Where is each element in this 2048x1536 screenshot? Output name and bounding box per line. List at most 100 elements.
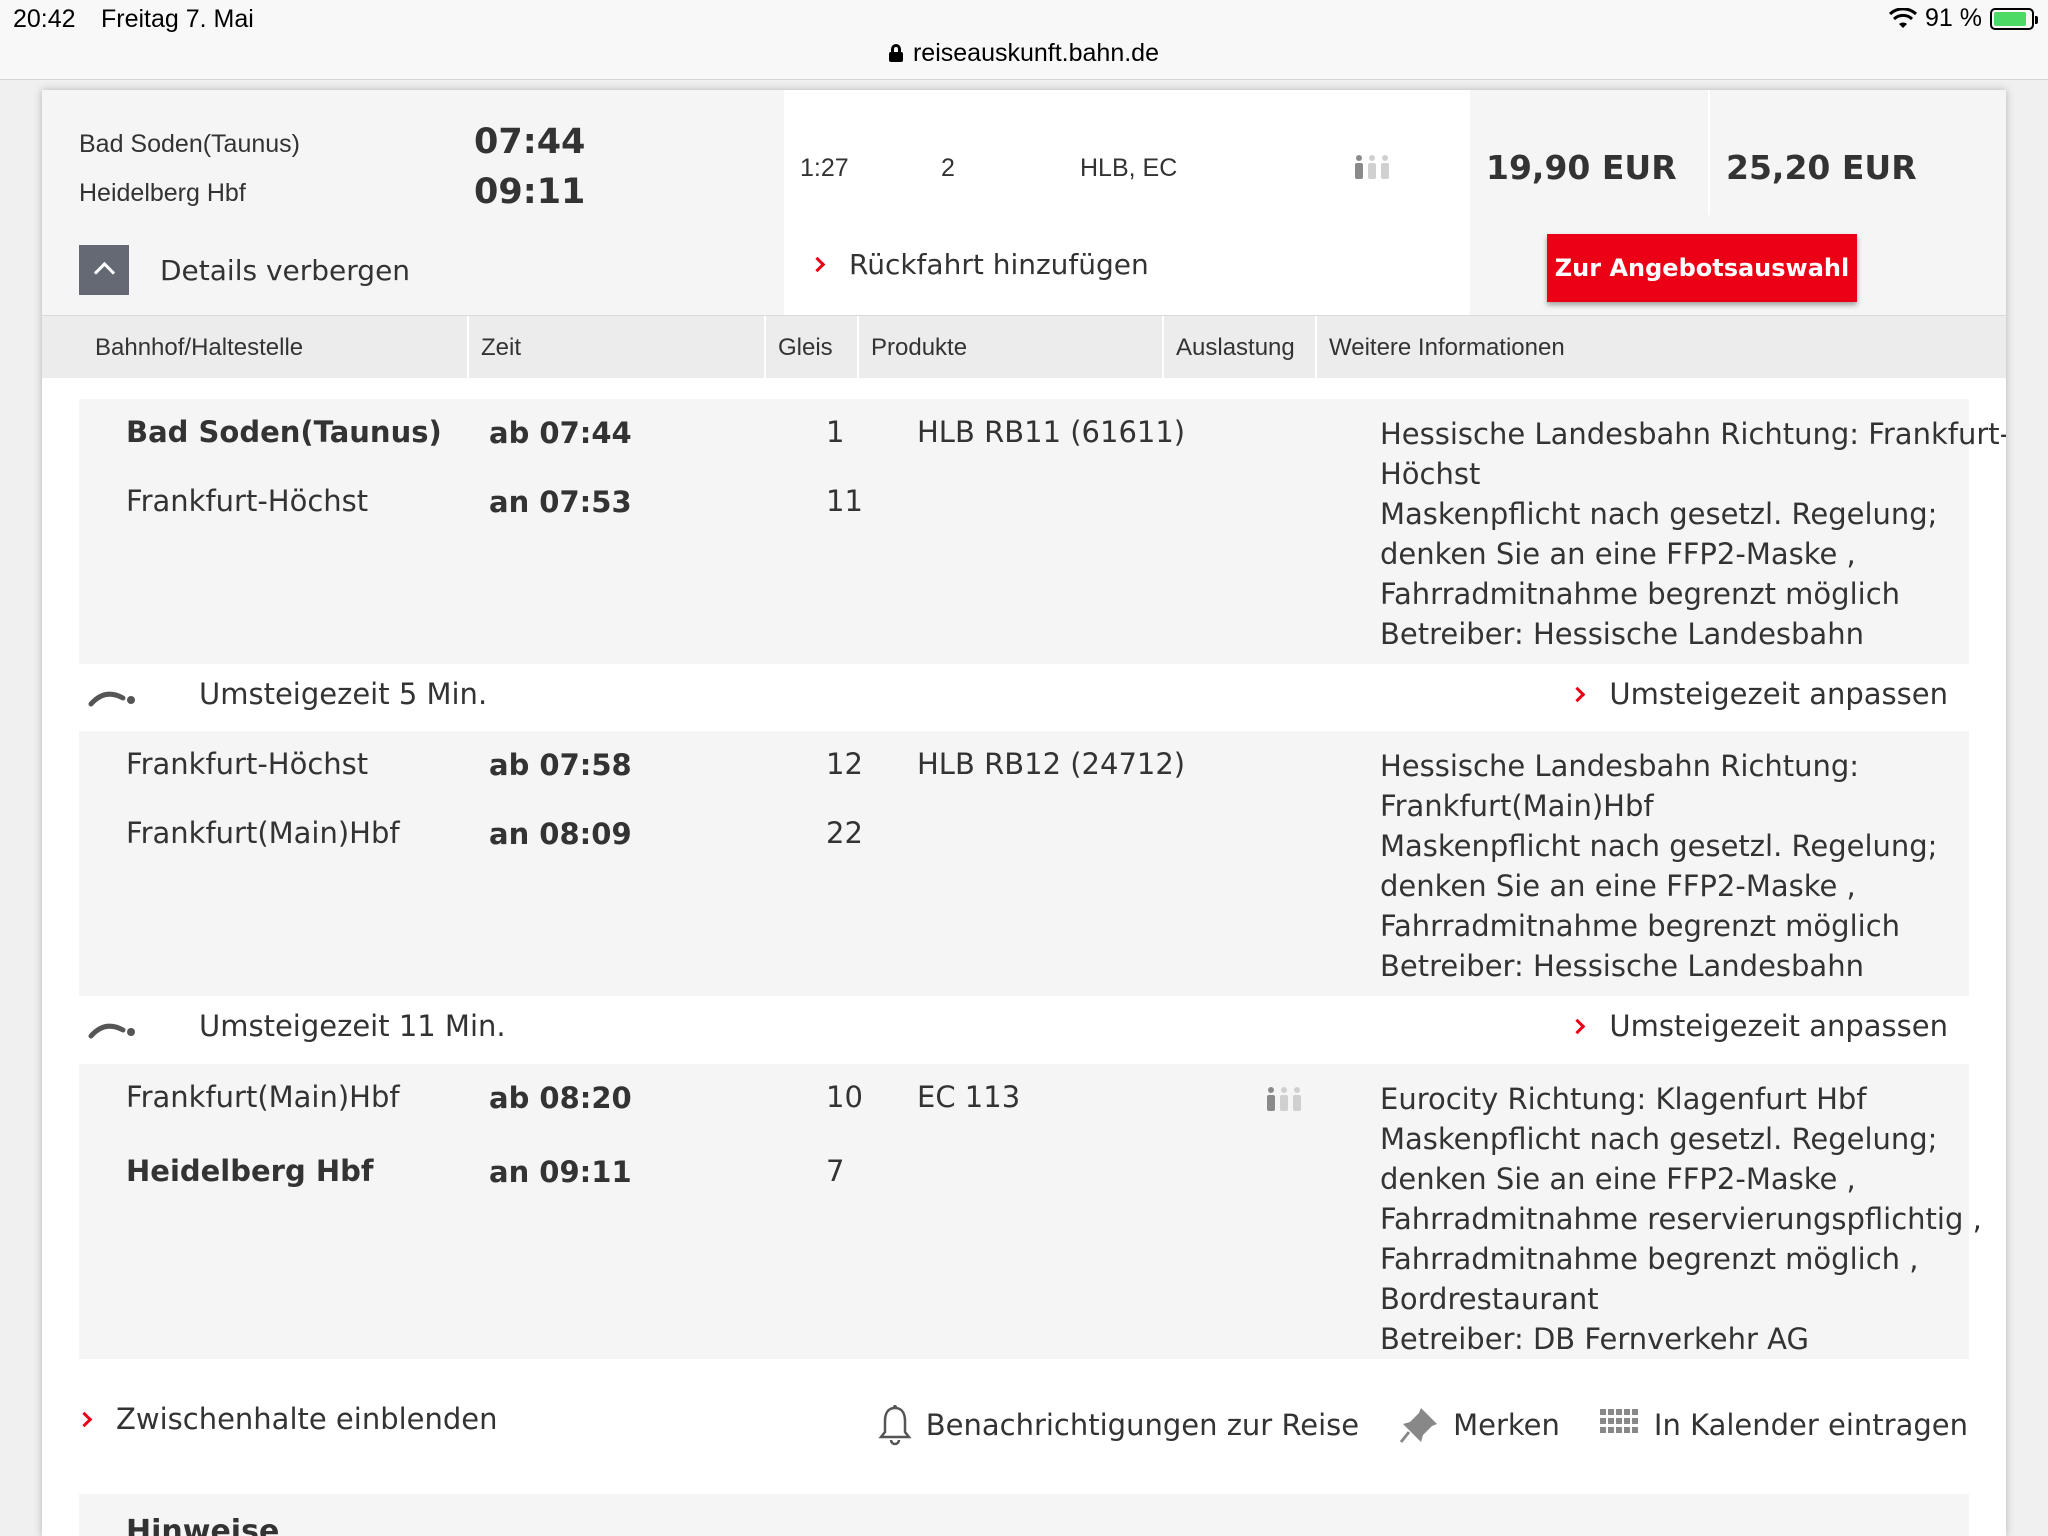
status-date: Freitag 7. Mai — [101, 5, 254, 33]
occupancy-icon — [1267, 1087, 1301, 1111]
add-to-calendar-button[interactable]: In Kalender eintragen — [1599, 1408, 1968, 1442]
info-line: denken Sie an eine FFP2-Maske , — [1380, 1162, 1856, 1196]
show-stops-link[interactable]: Zwischenhalte einblenden — [76, 1402, 498, 1436]
leg-arr-platform: 11 — [826, 484, 863, 518]
leg-product[interactable]: EC 113 — [917, 1080, 1020, 1114]
status-right: 91 % — [1889, 4, 2038, 33]
url-text: reiseauskunft.bahn.de — [912, 38, 1159, 67]
save-button[interactable]: Merken — [1399, 1406, 1560, 1444]
leg-section: Frankfurt(Main)Hbf ab 08:20 10 EC 113 He… — [79, 1064, 1982, 1359]
connection-card: Bad Soden(Taunus) Heidelberg Hbf Details… — [42, 90, 2006, 1536]
chevron-right-icon — [1570, 1018, 1586, 1034]
transfer-walk-icon — [88, 1023, 135, 1039]
summary-changes: 2 — [941, 154, 955, 182]
transfer-row: Umsteigezeit 5 Min. Umsteigezeit anpasse… — [79, 664, 1969, 728]
summary-to: Heidelberg Hbf — [79, 179, 246, 207]
info-line: Fahrradmitnahme begrenzt möglich — [1380, 909, 1901, 943]
summary-from: Bad Soden(Taunus) — [79, 130, 300, 158]
leg-to-station[interactable]: Frankfurt(Main)Hbf — [126, 816, 400, 850]
leg-to-station[interactable]: Heidelberg Hbf — [126, 1154, 373, 1188]
status-time: 20:42 — [13, 5, 76, 33]
leg-section: Bad Soden(Taunus) ab 07:44 1 HLB RB11 (6… — [79, 399, 2006, 664]
notifications-label: Benachrichtigungen zur Reise — [925, 1408, 1360, 1442]
price-flex[interactable]: 19,90 EUR — [1486, 148, 1677, 187]
detail-table-header: Bahnhof/Haltestelle Zeit Gleis Produkte … — [42, 315, 2006, 379]
chevron-right-icon — [76, 1411, 93, 1427]
leg-from-station[interactable]: Frankfurt(Main)Hbf — [126, 1080, 400, 1114]
wifi-icon — [1889, 7, 1918, 28]
add-to-calendar-label: In Kalender eintragen — [1653, 1408, 1968, 1442]
info-line: denken Sie an eine FFP2-Maske , — [1380, 869, 1856, 903]
hints-title: Hinweise — [126, 1514, 280, 1536]
info-line: Maskenpflicht nach gesetzl. Regelung; — [1380, 497, 1938, 531]
summary-duration: 1:27 — [800, 154, 849, 182]
status-bar: 20:42 Freitag 7. Mai 91 % reiseauskunft.… — [0, 0, 2048, 80]
leg-product[interactable]: HLB RB12 (24712) — [917, 747, 1185, 781]
pin-icon — [1399, 1408, 1438, 1443]
transfer-row: Umsteigezeit 11 Min. Umsteigezeit anpass… — [79, 996, 1969, 1060]
leg-product[interactable]: HLB RB11 (61611) — [917, 415, 1185, 449]
info-line: Hessische Landesbahn Richtung: — [1380, 749, 1860, 783]
price-second[interactable]: 25,20 EUR — [1726, 148, 1917, 187]
transfer-walk-icon — [88, 691, 135, 707]
address-bar[interactable]: reiseauskunft.bahn.de — [0, 38, 2048, 68]
info-line: Betreiber: DB Fernverkehr AG — [1380, 1322, 1809, 1356]
action-bar: Zwischenhalte einblenden Benachrichtigun… — [42, 1390, 2006, 1460]
details-toggle-button[interactable]: Details verbergen — [79, 245, 410, 295]
trip-actions: Benachrichtigungen zur Reise Merken In K… — [838, 1404, 1968, 1446]
col-time: Zeit — [469, 316, 766, 379]
info-line: Eurocity Richtung: Klagenfurt Hbf — [1380, 1082, 1867, 1116]
col-products: Produkte — [859, 316, 1164, 379]
info-line: Frankfurt(Main)Hbf — [1380, 789, 1654, 823]
save-label: Merken — [1453, 1408, 1560, 1442]
adjust-transfer-label: Umsteigezeit anpassen — [1609, 677, 1948, 711]
info-line: Maskenpflicht nach gesetzl. Regelung; — [1380, 1122, 1938, 1156]
adjust-transfer-label: Umsteigezeit anpassen — [1609, 1009, 1948, 1043]
battery-percent: 91 % — [1925, 4, 1982, 32]
chevron-right-icon — [809, 256, 826, 273]
col-occupancy: Auslastung — [1164, 316, 1317, 379]
leg-info: Eurocity Richtung: Klagenfurt Hbf Masken… — [1380, 1079, 1982, 1359]
summary-middle-cell — [784, 90, 1470, 315]
calendar-icon — [1599, 1409, 1638, 1433]
info-line: Betreiber: Hessische Landesbahn — [1380, 617, 1864, 651]
chevron-up-icon — [79, 245, 129, 295]
hints-section: Hinweise — [79, 1494, 1969, 1536]
leg-dep-time: ab 07:44 — [489, 416, 632, 450]
leg-arr-time: an 07:53 — [489, 485, 632, 519]
col-info: Weitere Informationen — [1329, 334, 1565, 361]
summary-dep-time: 07:44 — [474, 122, 586, 162]
transfer-time: Umsteigezeit 5 Min. — [199, 677, 488, 711]
info-line: Betreiber: Hessische Landesbahn — [1380, 949, 1864, 983]
leg-arr-platform: 22 — [826, 816, 863, 850]
occupancy-icon — [1355, 155, 1389, 179]
leg-dep-time: ab 07:58 — [489, 748, 632, 782]
leg-from-station[interactable]: Frankfurt-Höchst — [126, 747, 368, 781]
leg-section: Frankfurt-Höchst ab 07:58 12 HLB RB12 (2… — [79, 731, 1969, 996]
leg-info: Hessische Landesbahn Richtung: Frankfurt… — [1380, 746, 1960, 986]
connection-summary: Bad Soden(Taunus) Heidelberg Hbf Details… — [42, 90, 2006, 315]
leg-from-station[interactable]: Bad Soden(Taunus) — [126, 415, 442, 449]
summary-stations-cell: Bad Soden(Taunus) Heidelberg Hbf Details… — [42, 90, 458, 315]
info-line: Höchst — [1380, 457, 1481, 491]
details-toggle-label: Details verbergen — [160, 253, 411, 287]
offer-selection-button[interactable]: Zur Angebotsauswahl — [1547, 234, 1857, 302]
leg-arr-time: an 08:09 — [489, 817, 632, 851]
notifications-button[interactable]: Benachrichtigungen zur Reise — [878, 1404, 1359, 1446]
info-line: Fahrradmitnahme reservierungspflichtig , — [1380, 1202, 1982, 1236]
add-return-label: Rückfahrt hinzufügen — [849, 248, 1149, 281]
info-line: denken Sie an eine FFP2-Maske , — [1380, 537, 1856, 571]
bell-icon — [878, 1405, 912, 1446]
leg-arr-time: an 09:11 — [489, 1155, 632, 1189]
summary-arr-time: 09:11 — [474, 172, 586, 212]
add-return-link[interactable]: Rückfahrt hinzufügen — [809, 248, 1149, 281]
info-line: Hessische Landesbahn Richtung: Frankfurt… — [1380, 417, 2006, 451]
transfer-time: Umsteigezeit 11 Min. — [199, 1009, 506, 1043]
adjust-transfer-link[interactable]: Umsteigezeit anpassen — [1570, 677, 1948, 711]
leg-to-station[interactable]: Frankfurt-Höchst — [126, 484, 368, 518]
adjust-transfer-link[interactable]: Umsteigezeit anpassen — [1570, 1009, 1948, 1043]
leg-dep-platform: 12 — [826, 747, 863, 781]
info-line: Maskenpflicht nach gesetzl. Regelung; — [1380, 829, 1938, 863]
leg-dep-platform: 10 — [826, 1080, 863, 1114]
info-line: Bordrestaurant — [1380, 1282, 1599, 1316]
